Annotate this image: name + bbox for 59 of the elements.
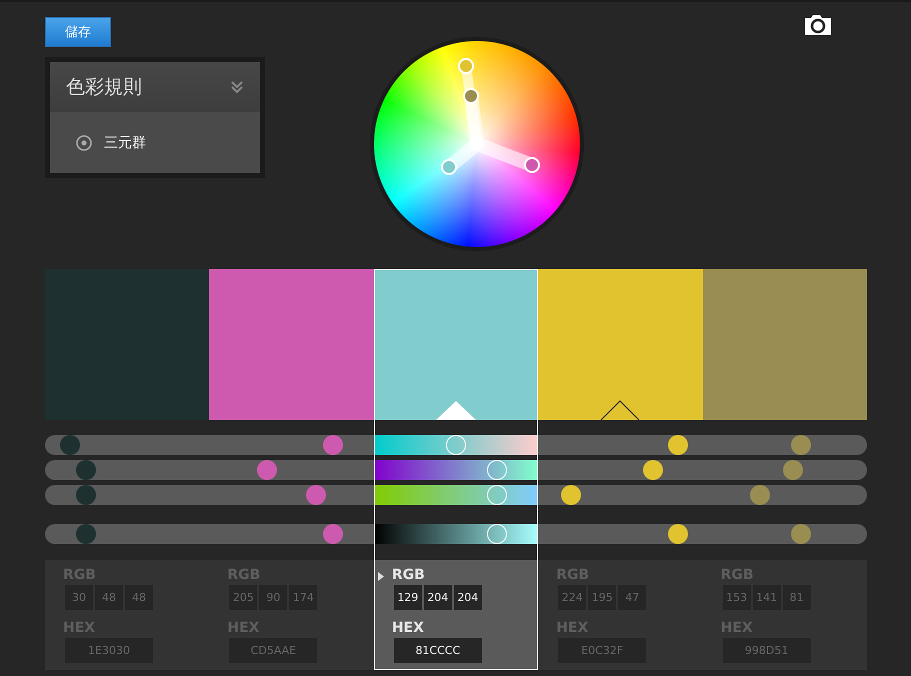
rgb-field[interactable]: 81	[782, 585, 811, 610]
hex-field[interactable]: 81CCCC	[394, 638, 482, 663]
hex-field[interactable]: E0C32F	[558, 638, 646, 663]
slider-handle[interactable]	[256, 460, 277, 480]
rgb-field[interactable]: 48	[95, 585, 123, 610]
camera-icon[interactable]	[803, 14, 833, 36]
color-swatch[interactable]	[374, 269, 538, 420]
rgb-field[interactable]: 30	[65, 585, 93, 610]
color-slider[interactable]	[45, 435, 867, 455]
rgb-field[interactable]: 204	[454, 585, 482, 610]
slider-handle[interactable]	[487, 460, 508, 480]
slider-handle[interactable]	[643, 460, 664, 480]
save-button[interactable]: 儲存	[45, 17, 111, 47]
slider-handle[interactable]	[791, 524, 812, 544]
rgb-label: RGB	[392, 567, 426, 583]
slider-handle[interactable]	[76, 460, 96, 480]
hex-field[interactable]: 1E3030	[65, 638, 153, 663]
panel-title: 色彩規則	[66, 75, 142, 100]
slider-handle[interactable]	[668, 524, 688, 544]
slider-handle[interactable]	[561, 485, 582, 505]
color-swatch[interactable]	[209, 269, 374, 420]
rgb-field[interactable]: 129	[394, 585, 422, 610]
slider-handle[interactable]	[783, 460, 804, 480]
rule-option[interactable]: 三元群	[104, 134, 146, 152]
rgb-field[interactable]: 205	[229, 585, 258, 610]
color-swatch[interactable]	[45, 269, 210, 420]
color-swatch[interactable]	[702, 269, 868, 420]
slider-handle[interactable]	[446, 435, 466, 455]
radio-icon[interactable]	[76, 134, 92, 150]
color-slider[interactable]	[45, 460, 867, 480]
slider-handle[interactable]	[322, 435, 343, 455]
hex-field[interactable]: 998D51	[722, 638, 811, 663]
rgb-field[interactable]: 141	[752, 585, 781, 610]
slider-handle[interactable]	[791, 435, 812, 455]
slider-handle[interactable]	[60, 435, 80, 455]
rgb-field[interactable]: 174	[289, 585, 318, 610]
slider-handle[interactable]	[487, 485, 508, 505]
chevron-icon	[230, 80, 244, 94]
slider-handle[interactable]	[487, 524, 508, 544]
slider-handle[interactable]	[76, 524, 96, 544]
rgb-field[interactable]: 48	[125, 585, 153, 610]
rgb-field[interactable]: 90	[259, 585, 288, 610]
slider-handle[interactable]	[668, 435, 688, 455]
color-slider[interactable]	[45, 524, 867, 544]
rgb-field[interactable]: 153	[722, 585, 751, 610]
slider-handle[interactable]	[306, 485, 326, 505]
rgb-field[interactable]: 195	[588, 585, 616, 610]
rgb-field[interactable]: 204	[424, 585, 452, 610]
slider-handle[interactable]	[322, 524, 343, 544]
hex-field[interactable]: CD5AAE	[229, 638, 318, 663]
color-swatch[interactable]	[538, 269, 703, 420]
rgb-field[interactable]: 224	[558, 585, 586, 610]
slider-handle[interactable]	[76, 485, 96, 505]
slider-handle[interactable]	[750, 485, 770, 505]
color-slider[interactable]	[45, 485, 867, 505]
rgb-field[interactable]: 47	[618, 585, 646, 610]
caret-icon	[378, 572, 384, 581]
hex-label: HEX	[392, 620, 425, 636]
panel-header[interactable]: 色彩規則	[50, 62, 260, 112]
